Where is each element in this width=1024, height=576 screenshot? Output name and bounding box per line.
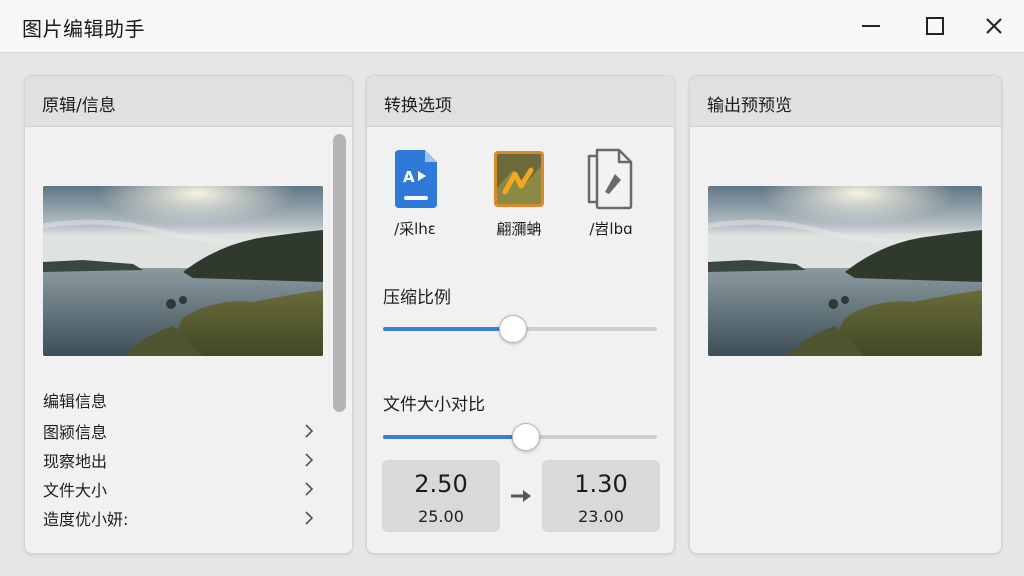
close-icon (986, 18, 1002, 34)
maximize-button[interactable] (913, 8, 957, 44)
info-row[interactable]: 现察地出 (43, 448, 315, 474)
files-copy-icon (587, 148, 633, 210)
app-window: 图片编辑助手 原辑/信息 编辑信息 图颍信息 现察地出 文件大小 造度优小妍: … (0, 0, 1024, 576)
slider-fill (383, 327, 512, 331)
format-option-1[interactable]: A /采lhɛ (370, 148, 460, 244)
convert-panel-title: 转换选项 (384, 96, 452, 116)
original-size-value: 2.50 (414, 470, 468, 498)
app-title: 图片编辑助手 (22, 17, 145, 41)
minimize-button[interactable] (849, 8, 893, 44)
format-option-label: /岧lbɑ (589, 220, 633, 238)
chevron-right-icon (305, 424, 314, 438)
format-option-label: /采lhɛ (394, 220, 436, 238)
convert-options-panel: 转换选项 A /采lhɛ 翩瀰蚺 /岧lbɑ 压缩比例 文件大小对比 2.50 … (366, 75, 675, 554)
slider-thumb[interactable] (512, 423, 541, 451)
info-row[interactable]: 造度优小妍: (43, 506, 315, 532)
slider-fill (383, 435, 526, 439)
original-size-subvalue: 25.00 (418, 507, 464, 526)
compression-ratio-label: 压缩比例 (383, 288, 451, 308)
source-info-panel: 原辑/信息 编辑信息 图颍信息 现察地出 文件大小 造度优小妍: (24, 75, 353, 554)
info-row-label: 造度优小妍: (43, 510, 129, 529)
info-row-label: 图颍信息 (43, 423, 108, 442)
minimize-icon (862, 25, 880, 27)
format-option-2[interactable]: 翩瀰蚺 (474, 148, 564, 244)
edit-info-heading: 编辑信息 (43, 392, 108, 411)
output-preview-panel: 输出预预览 (689, 75, 1002, 554)
converted-size-subvalue: 23.00 (578, 507, 624, 526)
format-option-3[interactable]: /岧lbɑ (566, 148, 656, 244)
document-image-icon: A (395, 150, 437, 208)
info-row[interactable]: 文件大小 (43, 477, 315, 503)
converted-size-box: 1.30 23.00 (542, 460, 660, 532)
maximize-icon (926, 17, 944, 35)
info-row-label: 现察地出 (43, 452, 108, 471)
arrow-right-icon (511, 490, 531, 502)
svg-text:A: A (403, 168, 415, 186)
source-panel-title: 原辑/信息 (42, 96, 116, 116)
close-button[interactable] (972, 8, 1016, 44)
converted-size-value: 1.30 (574, 470, 628, 498)
image-thumbnail-icon (494, 151, 544, 207)
vertical-scrollbar[interactable] (333, 134, 346, 412)
format-option-label: 翩瀰蚺 (496, 220, 542, 238)
info-row[interactable]: 图颍信息 (43, 419, 315, 445)
chevron-right-icon (305, 482, 314, 496)
output-preview-image (708, 186, 982, 356)
compression-ratio-slider[interactable] (383, 314, 657, 344)
file-size-compare-label: 文件大小对比 (383, 395, 485, 415)
info-row-label: 文件大小 (43, 481, 108, 500)
convert-panel-header: 转换选项 (367, 76, 674, 127)
slider-thumb[interactable] (498, 315, 527, 343)
source-image (43, 186, 323, 356)
preview-panel-header: 输出预预览 (690, 76, 1001, 127)
source-panel-header: 原辑/信息 (25, 76, 352, 127)
title-bar: 图片编辑助手 (0, 0, 1024, 53)
file-size-compare-slider[interactable] (383, 422, 657, 452)
chevron-right-icon (305, 453, 314, 467)
chevron-right-icon (305, 511, 314, 525)
preview-panel-title: 输出预预览 (707, 96, 792, 116)
original-size-box: 2.50 25.00 (382, 460, 500, 532)
